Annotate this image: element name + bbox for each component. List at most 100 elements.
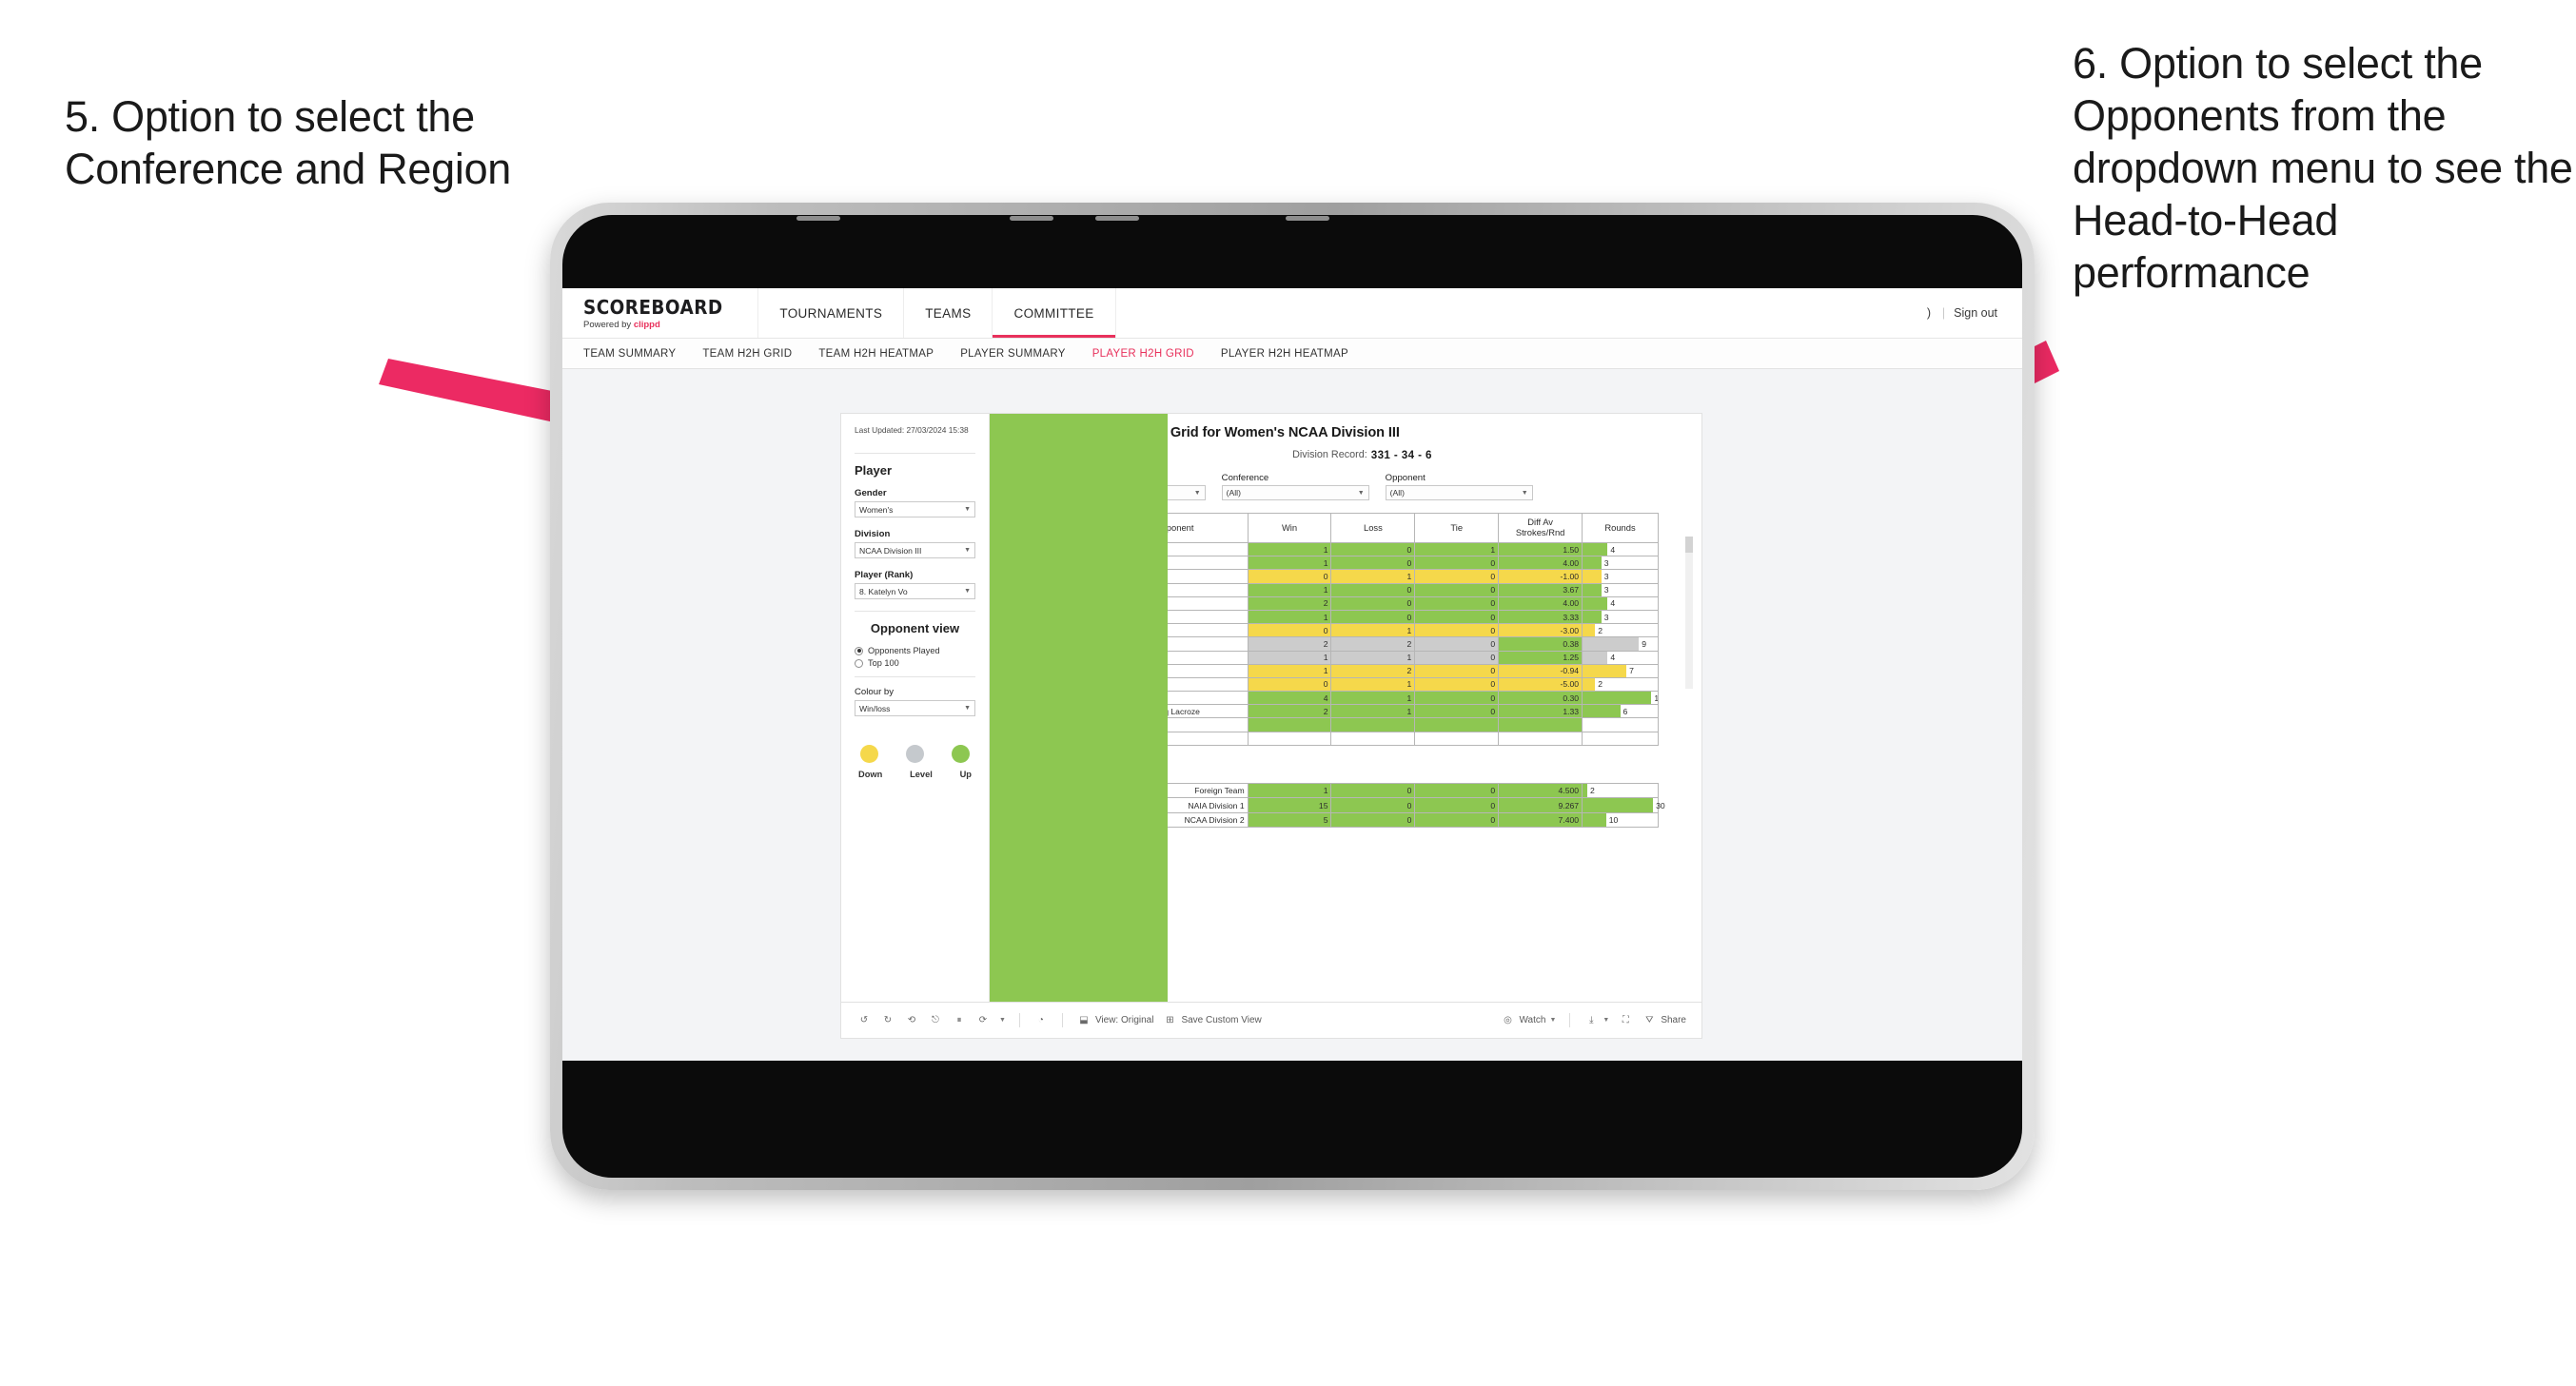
fullscreen-icon[interactable]: ⛶ xyxy=(1618,1013,1633,1028)
rounds-bar-cell: 3 xyxy=(1582,582,1659,597)
toolbar-divider xyxy=(1569,1013,1571,1027)
save-view-icon: ⊞ xyxy=(1166,1015,1174,1025)
pause-updates-icon[interactable]: ⏸ xyxy=(952,1013,967,1028)
table-cell xyxy=(990,414,1659,1002)
table-vertical-scrollbar[interactable] xyxy=(1685,537,1693,689)
app-header: SCOREBOARD Powered by clippd TOURNAMENTS… xyxy=(562,288,2022,339)
table-cell: 1 xyxy=(1330,650,1416,665)
nav-committee[interactable]: COMMITTEE xyxy=(992,288,1116,338)
redo-icon[interactable]: ↻ xyxy=(880,1013,895,1028)
chevron-down-icon: ▼ xyxy=(964,705,971,712)
sign-out-link[interactable]: Sign out xyxy=(1954,306,1997,320)
reset-icon[interactable]: ⟳ xyxy=(975,1013,991,1028)
rounds-bar-cell: 10 xyxy=(1582,811,1659,829)
player-rank-value: 8. Katelyn Vo xyxy=(859,586,908,596)
share-button[interactable]: ⛛ Share xyxy=(1642,1013,1686,1028)
rounds-bar xyxy=(1583,611,1602,623)
player-rank-label: Player (Rank) xyxy=(855,570,914,580)
column-header-loss[interactable]: Loss xyxy=(1330,513,1416,543)
refresh-icon[interactable]: ⎋ xyxy=(928,1013,943,1028)
table-cell: 0 xyxy=(1414,609,1500,625)
nav-teams[interactable]: TEAMS xyxy=(903,288,992,338)
table-cell: 1.50 xyxy=(1498,541,1583,557)
rounds-bar xyxy=(1583,652,1608,664)
view-original-button[interactable]: ⬓ View: Original xyxy=(1076,1013,1153,1028)
legend-label-down: Down xyxy=(858,770,883,779)
opponent-view-heading: Opponent view xyxy=(870,621,960,635)
header-right-group: ) | Sign out xyxy=(1927,288,2022,338)
table-cell xyxy=(1582,731,1659,746)
column-header-tie[interactable]: Tie xyxy=(1414,513,1500,543)
save-custom-view-button[interactable]: ⊞ Save Custom View xyxy=(1162,1013,1262,1028)
nav-tournaments[interactable]: TOURNAMENTS xyxy=(757,288,903,338)
table-cell: 0 xyxy=(1414,556,1500,571)
revert-icon[interactable]: ⟲ xyxy=(904,1013,919,1028)
rounds-bar xyxy=(1583,556,1602,569)
rounds-value: 2 xyxy=(1589,786,1595,796)
conference-label: Conference xyxy=(1221,473,1269,483)
column-header-win[interactable]: Win xyxy=(1247,513,1332,543)
table-cell: 4.00 xyxy=(1498,595,1583,611)
rounds-value: 4 xyxy=(1610,544,1616,555)
opponent-select[interactable]: (All) ▼ xyxy=(1385,485,1533,500)
subnav-player-h2h-heatmap[interactable]: PLAYER H2H HEATMAP xyxy=(1221,348,1348,360)
undo-icon[interactable]: ↺ xyxy=(856,1013,872,1028)
column-header-rounds[interactable]: Rounds xyxy=(1582,513,1659,543)
share-icon: ⛛ xyxy=(1645,1015,1654,1025)
rounds-bar xyxy=(1583,798,1654,812)
legend-swatch-up xyxy=(952,745,970,763)
table-cell: 9.267 xyxy=(1498,797,1583,813)
chevron-down-icon[interactable]: ▼ xyxy=(999,1017,1006,1024)
conference-value: (All) xyxy=(1226,488,1241,498)
table-cell: 0 xyxy=(1330,609,1416,625)
table-cell: 1 xyxy=(1330,569,1416,584)
visualization-card: Last Updated: 27/03/2024 15:38 Player Ge… xyxy=(840,413,1702,1003)
table-cell: 0 xyxy=(1414,691,1500,706)
gender-value: Women's xyxy=(859,504,894,515)
brand-logo[interactable]: SCOREBOARD Powered by clippd xyxy=(583,288,757,338)
player-rank-select[interactable]: 8. Katelyn Vo ▼ xyxy=(855,583,975,599)
help-icon[interactable]: ◔ xyxy=(1033,1013,1049,1028)
watch-button[interactable]: ◎ Watch ▼ xyxy=(1500,1013,1556,1028)
division-value: NCAA Division III xyxy=(859,545,922,556)
rounds-bar-cell: 2 xyxy=(1582,623,1659,638)
column-header-diff-av-strokes-rnd[interactable]: Diff Av Strokes/Rnd xyxy=(1498,513,1583,543)
table-cell xyxy=(1414,731,1500,746)
table-cell: 0 xyxy=(1414,569,1500,584)
legend-swatch-level xyxy=(906,745,924,763)
speaker-slot xyxy=(1010,216,1053,221)
subnav-team-summary[interactable]: TEAM SUMMARY xyxy=(583,348,676,360)
subnav-team-h2h-grid[interactable]: TEAM H2H GRID xyxy=(702,348,792,360)
clipped-glyph: ) xyxy=(1926,306,1932,320)
rounds-value: 3 xyxy=(1603,612,1609,622)
rounds-value: 9 xyxy=(1642,638,1647,649)
radio-icon xyxy=(855,658,863,668)
subnav-player-summary[interactable]: PLAYER SUMMARY xyxy=(960,348,1066,360)
table-cell: 2 xyxy=(1247,704,1332,719)
screenshot-root: 5. Option to select the Conference and R… xyxy=(0,0,2576,1386)
colour-by-select[interactable]: Win/loss ▼ xyxy=(855,700,975,716)
division-select[interactable]: NCAA Division III ▼ xyxy=(855,542,975,558)
subnav-player-h2h-grid[interactable]: PLAYER H2H GRID xyxy=(1092,348,1194,360)
radio-top-100[interactable]: Top 100 xyxy=(855,658,975,668)
divider xyxy=(855,453,975,454)
speaker-slot xyxy=(1286,216,1329,221)
colour-by-value: Win/loss xyxy=(859,703,891,713)
table-cell: 0 xyxy=(1247,569,1332,584)
table-cell: 5 xyxy=(1247,811,1332,829)
subnav-team-h2h-heatmap[interactable]: TEAM H2H HEATMAP xyxy=(818,348,934,360)
dashboard-canvas: Last Updated: 27/03/2024 15:38 Player Ge… xyxy=(562,369,2022,1060)
radio-opponents-played[interactable]: Opponents Played xyxy=(855,646,975,655)
table-cell: 1.33 xyxy=(1498,704,1583,719)
scrollbar-thumb[interactable] xyxy=(1685,537,1693,553)
conference-select[interactable]: (All) ▼ xyxy=(1221,485,1369,500)
table-cell: 7.400 xyxy=(1498,811,1583,829)
gender-select[interactable]: Women's ▼ xyxy=(855,501,975,517)
legend-label-level: Level xyxy=(910,770,933,779)
table-cell: 1 xyxy=(1414,541,1500,557)
table-cell: 1 xyxy=(1330,676,1416,693)
rounds-value: 4 xyxy=(1610,598,1616,609)
table-cell xyxy=(1247,731,1332,746)
table-cell: 0 xyxy=(1330,782,1416,799)
download-button[interactable]: ⤓ ▼ xyxy=(1583,1013,1609,1028)
